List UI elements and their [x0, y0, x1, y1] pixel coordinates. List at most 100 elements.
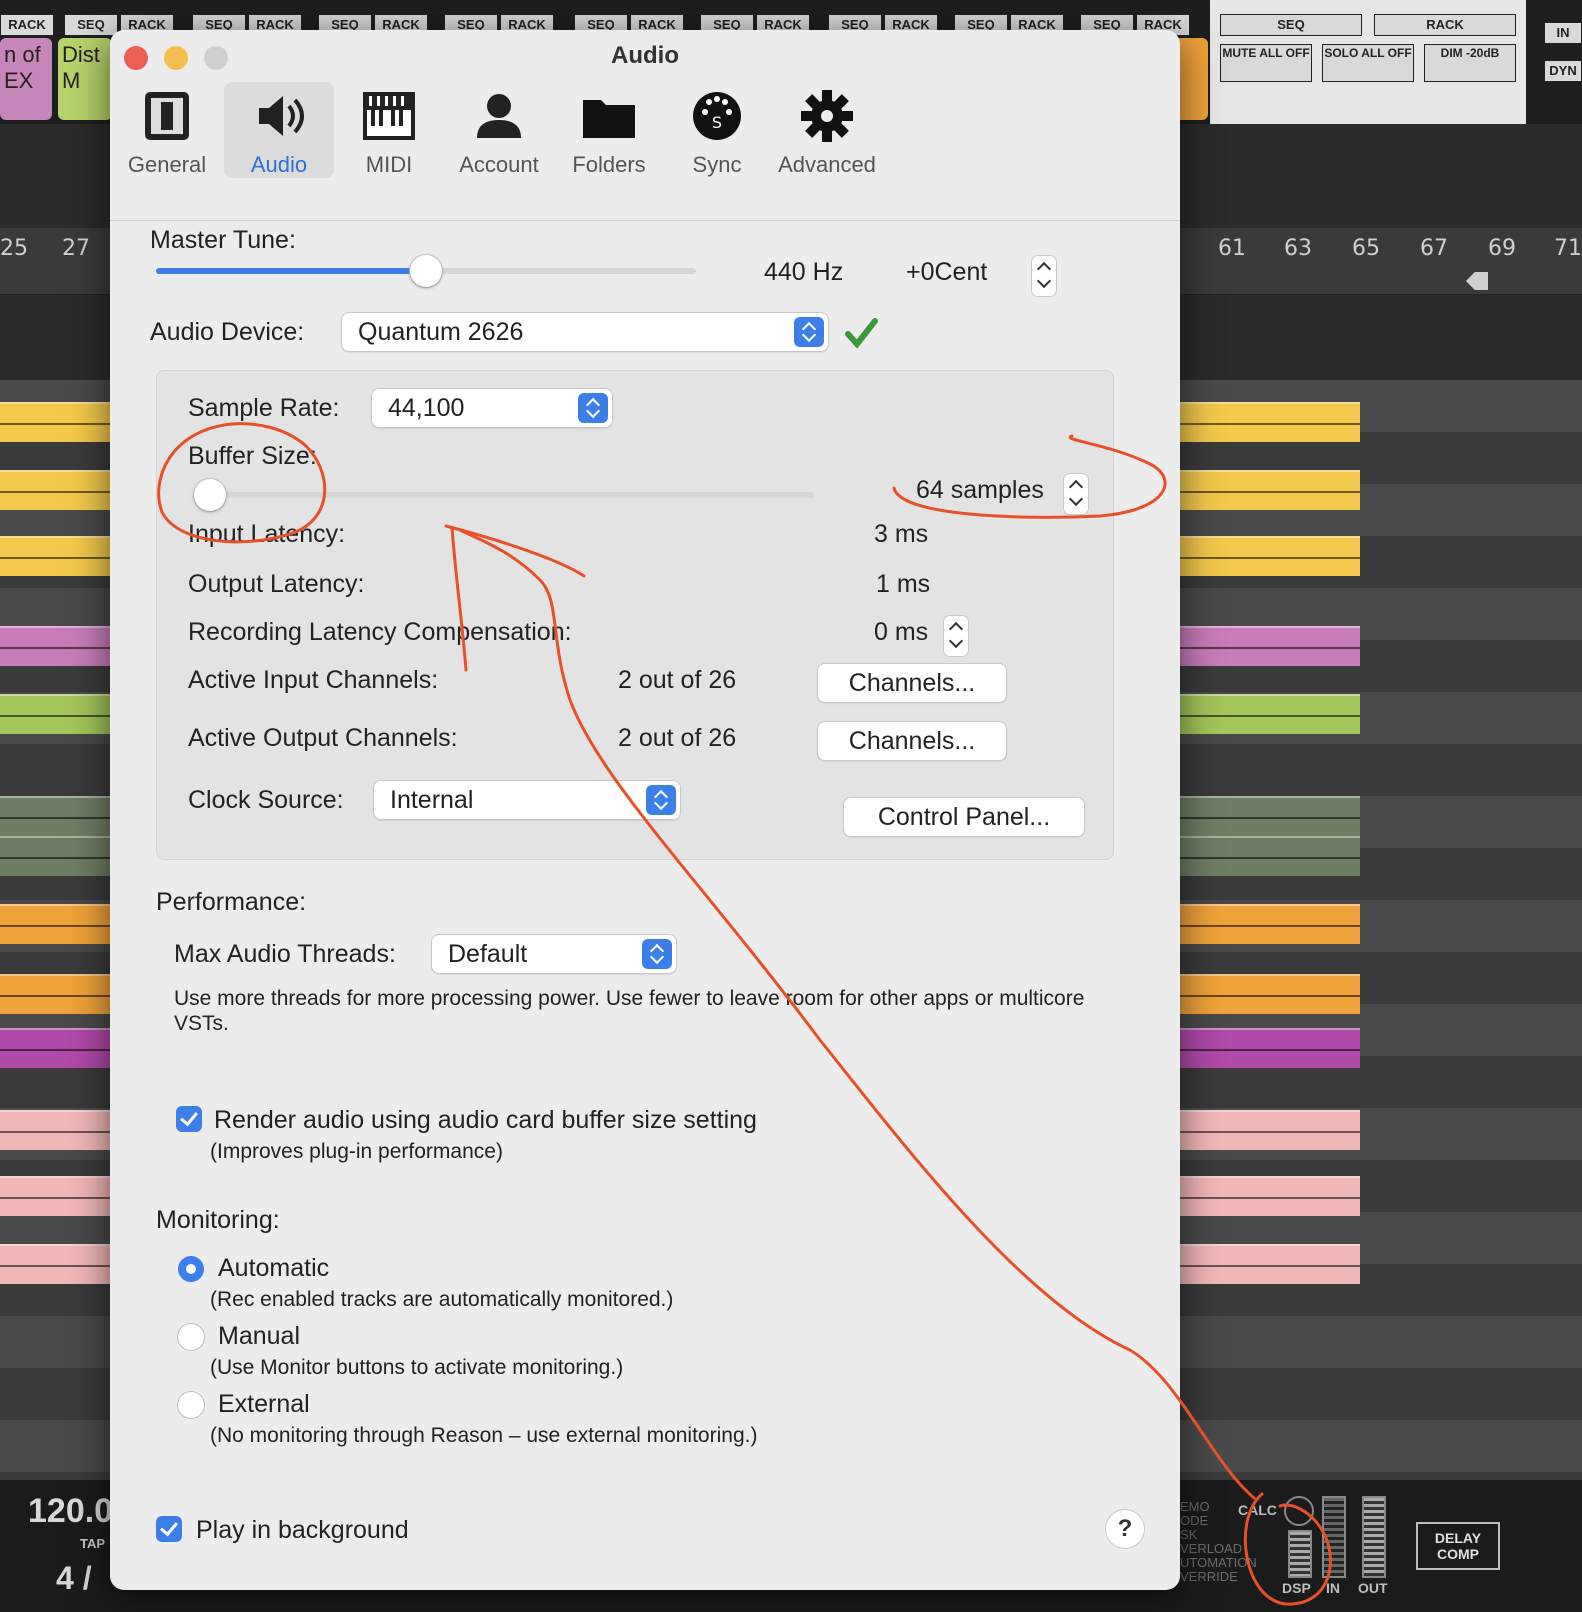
clip[interactable] — [1180, 974, 1360, 1014]
chevron-updown-icon — [646, 785, 676, 815]
clip[interactable] — [0, 626, 110, 666]
monitoring-manual-radio[interactable] — [178, 1324, 204, 1350]
in-button[interactable]: IN — [1544, 22, 1582, 44]
max-threads-label: Max Audio Threads: — [174, 940, 396, 968]
output-channels-button[interactable]: Channels... — [818, 722, 1006, 760]
tap-button[interactable]: TAP — [80, 1536, 105, 1551]
buffer-size-slider[interactable] — [194, 479, 814, 511]
tab-advanced[interactable]: Advanced — [772, 82, 882, 178]
sync-icon: S — [693, 92, 741, 140]
clip[interactable] — [0, 1110, 110, 1150]
input-latency-value: 3 ms — [874, 520, 929, 548]
time-signature[interactable]: 4 / — [56, 1560, 92, 1597]
track-tile[interactable]: Dist M — [58, 38, 112, 120]
performance-heading: Performance: — [156, 888, 307, 916]
monitoring-manual-label[interactable]: Manual — [218, 1322, 300, 1351]
render-checkbox[interactable] — [176, 1106, 202, 1132]
chevron-updown-icon — [794, 317, 824, 347]
clock-source-select[interactable]: Internal — [374, 781, 680, 819]
clip[interactable] — [1180, 1244, 1360, 1284]
out-meter-label: OUT — [1358, 1580, 1388, 1596]
active-output-label: Active Output Channels: — [188, 724, 458, 752]
clip[interactable] — [1180, 836, 1360, 876]
master-tune-slider[interactable] — [156, 255, 696, 287]
clip[interactable] — [0, 974, 110, 1014]
calc-label: CALC — [1238, 1502, 1277, 1518]
clip[interactable] — [1180, 402, 1360, 442]
in-meter — [1322, 1496, 1346, 1578]
active-input-value: 2 out of 26 — [618, 666, 737, 694]
clip[interactable] — [0, 1176, 110, 1216]
status-line: VERRIDE — [1180, 1569, 1238, 1584]
help-button[interactable]: ? — [1106, 1510, 1144, 1548]
clip[interactable] — [1180, 904, 1360, 944]
rack-header-button[interactable]: RACK — [1374, 14, 1516, 36]
calc-dial-icon[interactable] — [1284, 1496, 1314, 1526]
play-background-label[interactable]: Play in background — [196, 1516, 409, 1545]
clip[interactable] — [0, 836, 110, 876]
folder-icon — [583, 100, 635, 138]
clip[interactable] — [1180, 1110, 1360, 1150]
clip[interactable] — [0, 904, 110, 944]
clip[interactable] — [1180, 1028, 1360, 1068]
in-meter-label: IN — [1326, 1580, 1340, 1596]
clip[interactable] — [1180, 694, 1360, 734]
clip[interactable] — [1180, 1176, 1360, 1216]
play-background-checkbox[interactable] — [156, 1516, 182, 1542]
clip[interactable] — [0, 694, 110, 734]
clip[interactable] — [0, 796, 110, 836]
monitoring-automatic-label[interactable]: Automatic — [218, 1254, 329, 1283]
chevron-updown-icon — [642, 939, 672, 969]
clip[interactable] — [1180, 626, 1360, 666]
input-channels-button[interactable]: Channels... — [818, 664, 1006, 702]
monitoring-external-radio[interactable] — [178, 1392, 204, 1418]
track-tile[interactable]: n of EX — [0, 38, 52, 120]
clock-source-value: Internal — [390, 786, 474, 814]
recording-latency-stepper[interactable] — [944, 616, 968, 656]
clip[interactable] — [1180, 470, 1360, 510]
clip[interactable] — [0, 1244, 110, 1284]
solo-all-off-button[interactable]: SOLO ALL OFF — [1322, 44, 1414, 82]
sample-rate-label: Sample Rate: — [188, 394, 340, 422]
track-tile-label: n of EX — [4, 42, 41, 93]
master-tune-stepper[interactable] — [1032, 256, 1056, 296]
control-panel-button[interactable]: Control Panel... — [844, 798, 1084, 836]
monitoring-manual-sub: (Use Monitor buttons to activate monitor… — [210, 1356, 624, 1379]
midi-icon — [363, 92, 415, 140]
out-meter — [1362, 1496, 1386, 1578]
seq-button[interactable]: SEQ — [64, 14, 118, 36]
buffer-size-stepper[interactable] — [1064, 474, 1088, 514]
render-label[interactable]: Render audio using audio card buffer siz… — [214, 1106, 757, 1135]
clip[interactable] — [0, 402, 110, 442]
sample-rate-select[interactable]: 44,100 — [372, 389, 612, 427]
max-threads-select[interactable]: Default — [432, 935, 676, 973]
ruler-bar-number: 71 — [1554, 236, 1582, 261]
window-title: Audio — [611, 42, 679, 69]
clock-source-label: Clock Source: — [188, 786, 344, 814]
tempo-display[interactable]: 120.0 — [28, 1492, 113, 1531]
master-tune-cent: +0Cent — [906, 258, 988, 286]
ruler-bar-number: 69 — [1488, 236, 1516, 261]
delay-comp-button[interactable]: DELAY COMP — [1416, 1522, 1500, 1570]
recording-latency-label: Recording Latency Compensation: — [188, 618, 572, 646]
clip[interactable] — [0, 536, 110, 576]
dyn-button[interactable]: DYN — [1544, 60, 1582, 82]
clip[interactable] — [1180, 796, 1360, 836]
clip[interactable] — [1180, 536, 1360, 576]
monitoring-automatic-radio[interactable] — [178, 1256, 204, 1282]
buffer-size-knob[interactable] — [194, 479, 226, 511]
rack-button[interactable]: RACK — [0, 14, 54, 36]
monitoring-external-label[interactable]: External — [218, 1390, 310, 1419]
master-tune-fill — [156, 268, 426, 274]
dim-button[interactable]: DIM -20dB — [1424, 44, 1516, 82]
active-output-value: 2 out of 26 — [618, 724, 737, 752]
input-latency-label: Input Latency: — [188, 520, 346, 548]
master-tune-knob[interactable] — [410, 255, 442, 287]
clip[interactable] — [0, 1028, 110, 1068]
clip[interactable] — [0, 470, 110, 510]
tab-label: Advanced — [778, 152, 876, 177]
mute-all-off-button[interactable]: MUTE ALL OFF — [1220, 44, 1312, 82]
svg-text:S: S — [712, 113, 722, 132]
seq-header-button[interactable]: SEQ — [1220, 14, 1362, 36]
audio-device-select[interactable]: Quantum 2626 — [342, 313, 828, 351]
